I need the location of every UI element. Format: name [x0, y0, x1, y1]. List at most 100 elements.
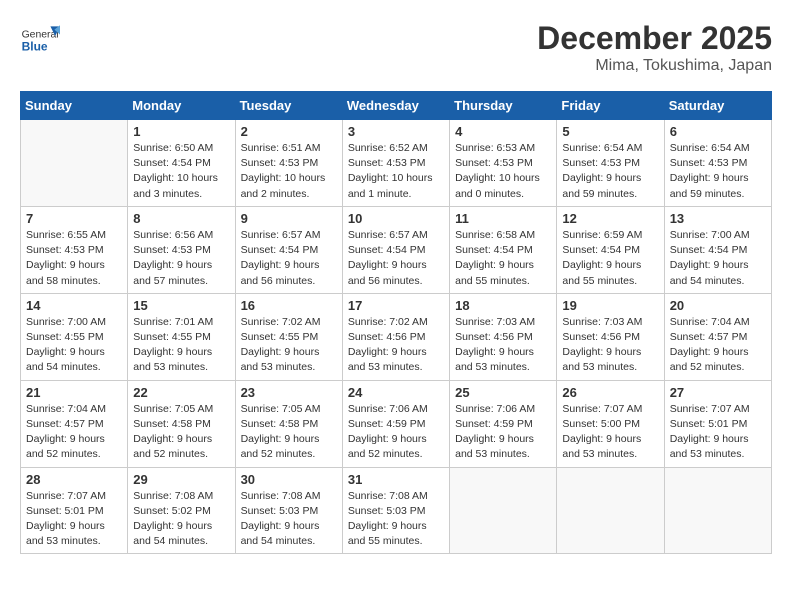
- day-info: Sunrise: 7:03 AMSunset: 4:56 PMDaylight:…: [455, 315, 551, 376]
- day-number: 31: [348, 472, 444, 487]
- calendar-cell: 13 Sunrise: 7:00 AMSunset: 4:54 PMDayligh…: [664, 206, 771, 293]
- calendar-cell: 25 Sunrise: 7:06 AMSunset: 4:59 PMDayligh…: [450, 380, 557, 467]
- calendar-cell: 5 Sunrise: 6:54 AMSunset: 4:53 PMDaylight…: [557, 120, 664, 207]
- calendar-table: SundayMondayTuesdayWednesdayThursdayFrid…: [20, 91, 772, 554]
- day-info: Sunrise: 7:00 AMSunset: 4:54 PMDaylight:…: [670, 228, 766, 289]
- day-info: Sunrise: 7:04 AMSunset: 4:57 PMDaylight:…: [670, 315, 766, 376]
- day-number: 22: [133, 385, 229, 400]
- day-info: Sunrise: 6:54 AMSunset: 4:53 PMDaylight:…: [670, 141, 766, 202]
- page-header: General Blue December 2025 Mima, Tokushi…: [20, 20, 772, 75]
- day-info: Sunrise: 7:08 AMSunset: 5:03 PMDaylight:…: [241, 489, 337, 550]
- calendar-week-row: 21Sunrise: 7:04 AMSunset: 4:57 PMDayligh…: [21, 380, 772, 467]
- col-header-friday: Friday: [557, 92, 664, 120]
- calendar-week-row: 1 Sunrise: 6:50 AMSunset: 4:54 PMDaylight…: [21, 120, 772, 207]
- calendar-cell: 30 Sunrise: 7:08 AMSunset: 5:03 PMDayligh…: [235, 467, 342, 554]
- day-number: 17: [348, 298, 444, 313]
- day-number: 9: [241, 211, 337, 226]
- calendar-cell: 8Sunrise: 6:56 AMSunset: 4:53 PMDaylight…: [128, 206, 235, 293]
- logo: General Blue: [20, 20, 66, 60]
- day-info: Sunrise: 6:58 AMSunset: 4:54 PMDaylight:…: [455, 228, 551, 289]
- calendar-cell: 26 Sunrise: 7:07 AMSunset: 5:00 PMDayligh…: [557, 380, 664, 467]
- calendar-cell: 2 Sunrise: 6:51 AMSunset: 4:53 PMDaylight…: [235, 120, 342, 207]
- day-info: Sunrise: 7:01 AMSunset: 4:55 PMDaylight:…: [133, 315, 229, 376]
- col-header-wednesday: Wednesday: [342, 92, 449, 120]
- col-header-saturday: Saturday: [664, 92, 771, 120]
- day-number: 5: [562, 124, 658, 139]
- day-number: 24: [348, 385, 444, 400]
- calendar-cell: 24 Sunrise: 7:06 AMSunset: 4:59 PMDayligh…: [342, 380, 449, 467]
- calendar-header-row: SundayMondayTuesdayWednesdayThursdayFrid…: [21, 92, 772, 120]
- logo-icon: General Blue: [20, 20, 60, 60]
- day-number: 29: [133, 472, 229, 487]
- day-info: Sunrise: 6:52 AMSunset: 4:53 PMDaylight:…: [348, 141, 444, 202]
- calendar-cell: 28Sunrise: 7:07 AMSunset: 5:01 PMDayligh…: [21, 467, 128, 554]
- col-header-monday: Monday: [128, 92, 235, 120]
- calendar-cell: [664, 467, 771, 554]
- day-info: Sunrise: 7:07 AMSunset: 5:00 PMDaylight:…: [562, 402, 658, 463]
- day-number: 3: [348, 124, 444, 139]
- calendar-cell: 4 Sunrise: 6:53 AMSunset: 4:53 PMDaylight…: [450, 120, 557, 207]
- day-info: Sunrise: 7:06 AMSunset: 4:59 PMDaylight:…: [455, 402, 551, 463]
- day-number: 12: [562, 211, 658, 226]
- col-header-thursday: Thursday: [450, 92, 557, 120]
- day-info: Sunrise: 6:53 AMSunset: 4:53 PMDaylight:…: [455, 141, 551, 202]
- location: Mima, Tokushima, Japan: [537, 57, 772, 75]
- calendar-week-row: 28Sunrise: 7:07 AMSunset: 5:01 PMDayligh…: [21, 467, 772, 554]
- day-info: Sunrise: 7:05 AMSunset: 4:58 PMDaylight:…: [133, 402, 229, 463]
- day-number: 19: [562, 298, 658, 313]
- day-info: Sunrise: 6:54 AMSunset: 4:53 PMDaylight:…: [562, 141, 658, 202]
- day-number: 25: [455, 385, 551, 400]
- calendar-cell: 21Sunrise: 7:04 AMSunset: 4:57 PMDayligh…: [21, 380, 128, 467]
- day-number: 23: [241, 385, 337, 400]
- calendar-cell: 27Sunrise: 7:07 AMSunset: 5:01 PMDayligh…: [664, 380, 771, 467]
- day-number: 15: [133, 298, 229, 313]
- day-number: 26: [562, 385, 658, 400]
- calendar-cell: 11 Sunrise: 6:58 AMSunset: 4:54 PMDayligh…: [450, 206, 557, 293]
- calendar-cell: [450, 467, 557, 554]
- day-info: Sunrise: 7:06 AMSunset: 4:59 PMDaylight:…: [348, 402, 444, 463]
- day-info: Sunrise: 7:05 AMSunset: 4:58 PMDaylight:…: [241, 402, 337, 463]
- day-number: 18: [455, 298, 551, 313]
- day-number: 20: [670, 298, 766, 313]
- calendar-cell: 19 Sunrise: 7:03 AMSunset: 4:56 PMDayligh…: [557, 293, 664, 380]
- calendar-cell: 1 Sunrise: 6:50 AMSunset: 4:54 PMDaylight…: [128, 120, 235, 207]
- day-number: 2: [241, 124, 337, 139]
- calendar-cell: 15 Sunrise: 7:01 AMSunset: 4:55 PMDayligh…: [128, 293, 235, 380]
- day-info: Sunrise: 6:57 AMSunset: 4:54 PMDaylight:…: [241, 228, 337, 289]
- day-number: 11: [455, 211, 551, 226]
- day-info: Sunrise: 6:51 AMSunset: 4:53 PMDaylight:…: [241, 141, 337, 202]
- day-info: Sunrise: 6:55 AMSunset: 4:53 PMDaylight:…: [26, 228, 122, 289]
- calendar-cell: 16Sunrise: 7:02 AMSunset: 4:55 PMDayligh…: [235, 293, 342, 380]
- calendar-cell: 23 Sunrise: 7:05 AMSunset: 4:58 PMDayligh…: [235, 380, 342, 467]
- day-info: Sunrise: 6:56 AMSunset: 4:53 PMDaylight:…: [133, 228, 229, 289]
- day-info: Sunrise: 7:02 AMSunset: 4:56 PMDaylight:…: [348, 315, 444, 376]
- day-number: 30: [241, 472, 337, 487]
- calendar-week-row: 7 Sunrise: 6:55 AMSunset: 4:53 PMDaylight…: [21, 206, 772, 293]
- day-info: Sunrise: 7:00 AMSunset: 4:55 PMDaylight:…: [26, 315, 122, 376]
- calendar-cell: 14Sunrise: 7:00 AMSunset: 4:55 PMDayligh…: [21, 293, 128, 380]
- day-info: Sunrise: 6:59 AMSunset: 4:54 PMDaylight:…: [562, 228, 658, 289]
- calendar-cell: 9 Sunrise: 6:57 AMSunset: 4:54 PMDaylight…: [235, 206, 342, 293]
- day-info: Sunrise: 7:07 AMSunset: 5:01 PMDaylight:…: [670, 402, 766, 463]
- day-info: Sunrise: 7:08 AMSunset: 5:03 PMDaylight:…: [348, 489, 444, 550]
- day-number: 1: [133, 124, 229, 139]
- day-info: Sunrise: 6:50 AMSunset: 4:54 PMDaylight:…: [133, 141, 229, 202]
- col-header-tuesday: Tuesday: [235, 92, 342, 120]
- calendar-week-row: 14Sunrise: 7:00 AMSunset: 4:55 PMDayligh…: [21, 293, 772, 380]
- day-info: Sunrise: 7:03 AMSunset: 4:56 PMDaylight:…: [562, 315, 658, 376]
- calendar-cell: [557, 467, 664, 554]
- day-info: Sunrise: 7:02 AMSunset: 4:55 PMDaylight:…: [241, 315, 337, 376]
- day-number: 13: [670, 211, 766, 226]
- calendar-cell: [21, 120, 128, 207]
- calendar-cell: 6Sunrise: 6:54 AMSunset: 4:53 PMDaylight…: [664, 120, 771, 207]
- svg-text:Blue: Blue: [22, 39, 48, 53]
- day-number: 4: [455, 124, 551, 139]
- calendar-cell: 10Sunrise: 6:57 AMSunset: 4:54 PMDayligh…: [342, 206, 449, 293]
- calendar-cell: 20 Sunrise: 7:04 AMSunset: 4:57 PMDayligh…: [664, 293, 771, 380]
- day-number: 7: [26, 211, 122, 226]
- month-title: December 2025: [537, 20, 772, 57]
- calendar-cell: 29Sunrise: 7:08 AMSunset: 5:02 PMDayligh…: [128, 467, 235, 554]
- col-header-sunday: Sunday: [21, 92, 128, 120]
- calendar-cell: 17 Sunrise: 7:02 AMSunset: 4:56 PMDayligh…: [342, 293, 449, 380]
- day-info: Sunrise: 7:07 AMSunset: 5:01 PMDaylight:…: [26, 489, 122, 550]
